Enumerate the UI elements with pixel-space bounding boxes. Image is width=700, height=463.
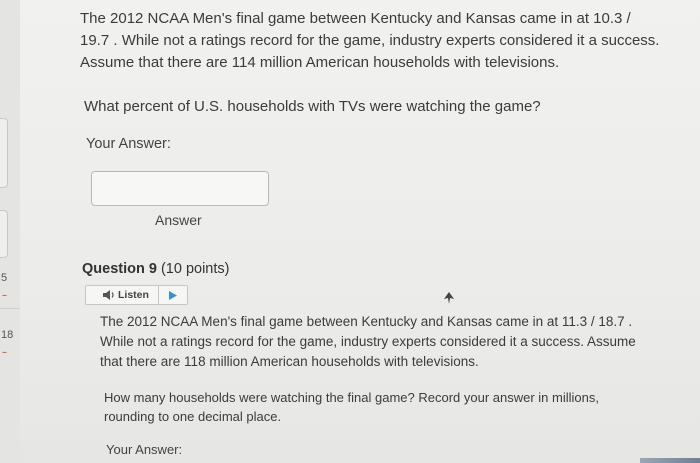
quiz-page: 5 -- 18 -- The 2012 NCAA Men's final gam… (0, 0, 700, 463)
question-8-prompt: What percent of U.S. households with TVs… (84, 98, 541, 115)
question-9-prompt: How many households were watching the fi… (104, 390, 599, 424)
nav-divider (0, 308, 20, 309)
nav-item-box[interactable] (0, 210, 8, 258)
question-8-text: The 2012 NCAA Men's final game between K… (80, 10, 660, 71)
nav-item-box[interactable] (0, 118, 8, 188)
question-9-title: Question 9 (82, 261, 157, 277)
listen-button[interactable]: Listen (85, 285, 188, 305)
nav-question-number[interactable]: 5 (1, 272, 7, 284)
speaker-icon (102, 289, 116, 301)
question-8-answer-input[interactable] (91, 171, 269, 206)
question-8-your-answer-label: Your Answer: (86, 136, 171, 152)
question-9-your-answer-label: Your Answer: (106, 442, 183, 457)
play-icon[interactable] (159, 286, 187, 304)
question-9-points: (10 points) (160, 261, 230, 277)
cursor-icon (444, 291, 454, 304)
bottom-edge-bar (640, 458, 700, 463)
nav-status-dash: -- (2, 290, 7, 300)
nav-status-dash: -- (2, 347, 7, 357)
nav-question-number[interactable]: 18 (1, 329, 13, 341)
question-nav-strip: 5 -- 18 -- (0, 0, 20, 463)
question-8-answer-caption: Answer (155, 212, 202, 228)
listen-label: Listen (118, 289, 149, 301)
question-9-heading: Question 9 (10 points) (82, 261, 229, 277)
listen-button-main[interactable]: Listen (86, 286, 160, 304)
question-9-text: The 2012 NCAA Men's final game between K… (100, 314, 636, 369)
